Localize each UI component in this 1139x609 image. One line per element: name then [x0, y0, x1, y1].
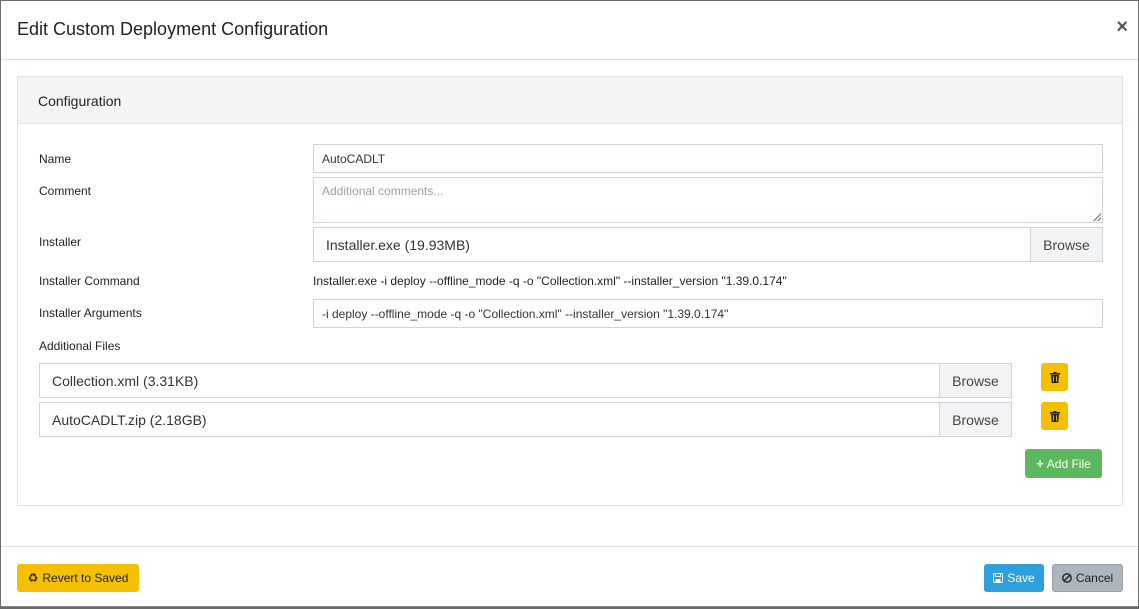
installer-file-name: Installer.exe (19.93MB) [326, 236, 470, 253]
cancel-label: Cancel [1075, 571, 1114, 585]
card-header: Configuration [18, 77, 1122, 124]
close-icon[interactable]: × [1116, 17, 1128, 37]
installer-label: Installer [39, 235, 82, 249]
name-label: Name [39, 152, 72, 166]
save-label: Save [1007, 571, 1035, 585]
save-button[interactable]: Save [984, 564, 1044, 592]
add-file-label: Add File [1046, 456, 1091, 471]
installer-arguments-label: Installer Arguments [39, 306, 142, 320]
additional-file-name: AutoCADLT.zip (2.18GB) [52, 411, 207, 428]
add-file-button[interactable]: + Add File [1025, 449, 1102, 478]
revert-label: Revert to Saved [42, 571, 129, 585]
installer-file-input[interactable]: Installer.exe (19.93MB) Browse [313, 227, 1103, 262]
trash-icon [1049, 410, 1060, 422]
cancel-button[interactable]: Cancel [1052, 564, 1123, 592]
plus-icon: + [1036, 456, 1044, 471]
configuration-card: Configuration Name AutoCADLT Comment Add… [17, 76, 1123, 506]
comment-textarea[interactable]: Additional comments... [313, 177, 1103, 223]
delete-file-button[interactable] [1041, 402, 1068, 430]
comment-placeholder: Additional comments... [322, 184, 444, 198]
revert-to-saved-button[interactable]: ♻ Revert to Saved [17, 564, 139, 592]
additional-file-browse-button[interactable]: Browse [939, 364, 1011, 397]
modal-title: Edit Custom Deployment Configuration [17, 19, 329, 39]
delete-file-button[interactable] [1041, 363, 1068, 391]
trash-icon [1049, 371, 1060, 383]
comment-label: Comment [39, 184, 92, 198]
installer-command-label: Installer Command [39, 274, 140, 288]
additional-file-input[interactable]: AutoCADLT.zip (2.18GB) Browse [39, 402, 1012, 437]
modal-header: Edit Custom Deployment Configuration × [1, 1, 1138, 60]
additional-file-browse-button[interactable]: Browse [939, 403, 1011, 436]
additional-file-input[interactable]: Collection.xml (3.31KB) Browse [39, 363, 1012, 398]
installer-arguments-input[interactable]: -i deploy --offline_mode -q -o "Collecti… [313, 299, 1103, 328]
ban-icon [1061, 573, 1072, 583]
resize-handle[interactable] [1093, 213, 1101, 221]
recycle-icon: ♻ [27, 571, 39, 585]
installer-browse-button[interactable]: Browse [1030, 228, 1102, 261]
installer-command-value: Installer.exe -i deploy --offline_mode -… [313, 274, 787, 288]
name-input[interactable]: AutoCADLT [313, 144, 1103, 173]
modal-footer: ♻ Revert to Saved Save Cancel [1, 546, 1138, 607]
edit-deployment-modal: Edit Custom Deployment Configuration × C… [1, 1, 1138, 607]
additional-file-name: Collection.xml (3.31KB) [52, 372, 199, 389]
additional-files-label: Additional Files [39, 339, 121, 353]
floppy-icon [993, 573, 1004, 583]
